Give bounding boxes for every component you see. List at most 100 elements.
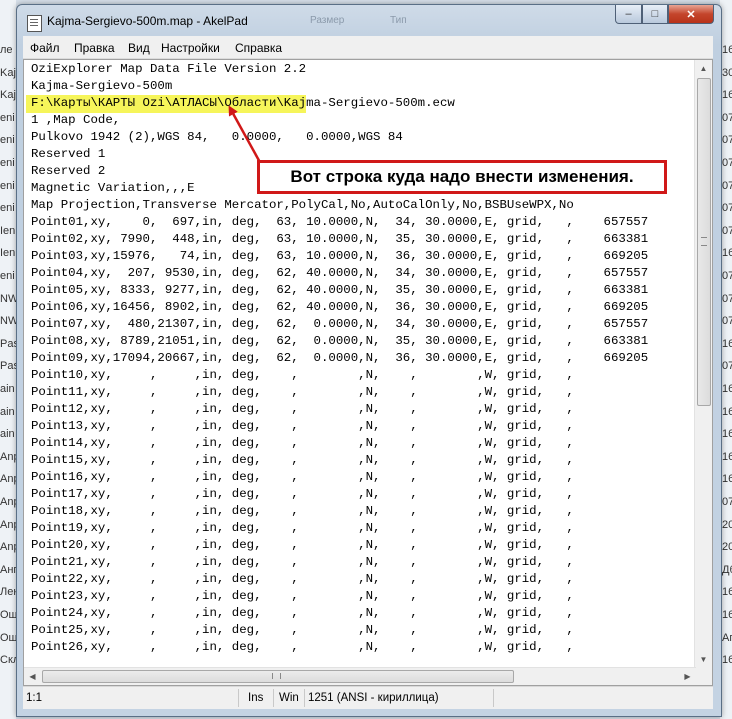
text-line[interactable]: Magnetic Variation,,,E — [31, 180, 195, 197]
menu-help[interactable]: Справка — [235, 41, 282, 55]
background-fragment: 07 — [722, 202, 732, 215]
text-line[interactable]: Point18,xy, , ,in, deg, , ,N, , ,W, grid… — [31, 503, 574, 520]
background-fragment: Ап — [722, 631, 732, 644]
text-line[interactable]: Point16,xy, , ,in, deg, , ,N, , ,W, grid… — [31, 469, 574, 486]
text-line[interactable]: Point20,xy, , ,in, deg, , ,N, , ,W, grid… — [31, 537, 574, 554]
window-title: Kajma-Sergievo-500m.map - AkelPad — [47, 14, 248, 28]
menu-bar: Файл Правка Вид Настройки Справка — [23, 36, 713, 59]
text-line[interactable]: Point06,xy,16456, 8902,in, deg, 62, 40.0… — [31, 299, 648, 316]
text-line[interactable]: Point07,xy, 480,21307,in, deg, 62, 0.000… — [31, 316, 648, 333]
text-line[interactable]: Point10,xy, , ,in, deg, , ,N, , ,W, grid… — [31, 367, 574, 384]
text-line[interactable]: Point26,xy, , ,in, deg, , ,N, , ,W, grid… — [31, 639, 574, 656]
scroll-left-icon[interactable]: ◀ — [24, 668, 41, 685]
scroll-right-icon[interactable]: ▶ — [679, 668, 696, 685]
background-fragment: 16 — [722, 89, 732, 102]
text-line[interactable]: Kajma-Sergievo-500m — [31, 78, 172, 95]
background-fragment: 16 — [722, 428, 732, 441]
menu-view[interactable]: Вид — [128, 41, 150, 55]
status-insert-mode[interactable]: Ins — [248, 692, 263, 704]
scroll-down-icon[interactable]: ▼ — [695, 651, 712, 668]
text-line[interactable]: 1 ,Map Code, — [31, 112, 120, 129]
text-line[interactable]: Point17,xy, , ,in, deg, , ,N, , ,W, grid… — [31, 486, 574, 503]
vertical-scroll-thumb[interactable] — [697, 78, 711, 406]
text-line[interactable]: Map Projection,Transverse Mercator,PolyC… — [31, 197, 574, 214]
text-line[interactable]: Point15,xy, , ,in, deg, , ,N, , ,W, grid… — [31, 452, 574, 469]
background-fragment: 07 — [722, 360, 732, 373]
background-fragment: 07 — [722, 292, 732, 305]
title-bar[interactable]: Kajma-Sergievo-500m.map - AkelPad Размер… — [17, 5, 721, 37]
background-fragment: 07 — [722, 134, 732, 147]
background-fragment: eni — [0, 270, 15, 282]
horizontal-scrollbar[interactable]: ◀ ▶ — [24, 667, 696, 685]
background-fragment: 07 — [722, 111, 732, 124]
text-line[interactable]: Point12,xy, , ,in, deg, , ,N, , ,W, grid… — [31, 401, 574, 418]
text-line[interactable]: Point21,xy, , ,in, deg, , ,N, , ,W, grid… — [31, 554, 574, 571]
text-line[interactable]: Point01,xy, 0, 697,in, deg, 63, 10.0000,… — [31, 214, 648, 231]
text-line[interactable]: OziExplorer Map Data File Version 2.2 — [31, 61, 306, 78]
background-fragment: Kaj — [0, 66, 16, 79]
status-divider — [493, 689, 494, 707]
text-line[interactable]: Point09,xy,17094,20667,in, deg, 62, 0.00… — [31, 350, 648, 367]
text-line[interactable]: Point05,xy, 8333, 9277,in, deg, 62, 40.0… — [31, 282, 648, 299]
background-fragment: Ош — [0, 609, 18, 621]
background-fragment: 16 — [722, 247, 732, 260]
menu-file[interactable]: Файл — [30, 41, 60, 55]
background-fragment: 16 — [722, 609, 732, 621]
scroll-up-icon[interactable]: ▲ — [695, 60, 712, 77]
grip-icon — [272, 673, 281, 679]
text-editor[interactable]: OziExplorer Map Data File Version 2.2 Kaj… — [23, 59, 713, 686]
text-line[interactable]: Point11,xy, , ,in, deg, , ,N, , ,W, grid… — [31, 384, 574, 401]
background-fragment: ле — [0, 44, 13, 56]
background-fragment: Анг — [0, 563, 18, 576]
status-divider — [238, 689, 239, 707]
status-position: 1:1 — [26, 692, 42, 704]
notepad-icon — [27, 15, 42, 32]
background-window-left: ле Kaj Kaj eni eni eni eni eni Ien Ien eni NW NW Pas P… — [0, 0, 20, 719]
ghost-label-size: Размер — [310, 15, 345, 26]
vertical-scrollbar[interactable]: ▲ ▼ — [694, 60, 712, 668]
close-button[interactable]: ✕ — [668, 5, 714, 24]
background-fragment: 16 — [722, 586, 732, 599]
text-line[interactable]: Reserved 1 — [31, 146, 105, 163]
background-fragment: 07 — [722, 157, 732, 169]
text-line[interactable]: Point14,xy, , ,in, deg, , ,N, , ,W, grid… — [31, 435, 574, 452]
background-fragment: eni — [0, 157, 15, 169]
text-line[interactable]: Pulkovo 1942 (2),WGS 84, 0.0000, 0.0000,… — [31, 129, 403, 146]
text-line[interactable]: Point08,xy, 8789,21051,in, deg, 62, 0.00… — [31, 333, 648, 350]
background-fragment: 30 — [722, 66, 732, 79]
text-line[interactable]: Point19,xy, , ,in, deg, , ,N, , ,W, grid… — [31, 520, 574, 537]
background-fragment: eni — [0, 202, 15, 215]
background-fragment: 16 — [722, 654, 732, 667]
status-divider — [273, 689, 274, 707]
menu-edit[interactable]: Правка — [74, 41, 115, 55]
scroll-corner — [695, 668, 712, 685]
client-area: Файл Правка Вид Настройки Справка OziExp… — [23, 36, 713, 709]
menu-settings[interactable]: Настройки — [161, 41, 220, 55]
background-fragment: 07 — [722, 224, 732, 237]
text-line[interactable]: Point22,xy, , ,in, deg, , ,N, , ,W, grid… — [31, 571, 574, 588]
background-fragment: 07 — [722, 315, 732, 328]
background-fragment: eni — [0, 134, 15, 147]
background-fragment: 20 — [722, 541, 732, 554]
background-fragment: 16 — [722, 473, 732, 486]
text-line[interactable]: Point04,xy, 207, 9530,in, deg, 62, 40.00… — [31, 265, 648, 282]
background-fragment: 16 — [722, 405, 732, 418]
status-codepage[interactable]: 1251 (ANSI - кириллица) — [308, 692, 439, 704]
text-line[interactable]: Point02,xy, 7990, 448,in, deg, 63, 10.00… — [31, 231, 648, 248]
background-fragment: 16 — [722, 44, 732, 56]
text-line[interactable]: Reserved 2 — [31, 163, 105, 180]
text-line[interactable]: Point23,xy, , ,in, deg, , ,N, , ,W, grid… — [31, 588, 574, 605]
background-fragment: Ош — [0, 631, 18, 644]
minimize-button[interactable]: – — [615, 5, 642, 24]
text-line[interactable]: Point13,xy, , ,in, deg, , ,N, , ,W, grid… — [31, 418, 574, 435]
text-line[interactable]: Point25,xy, , ,in, deg, , ,N, , ,W, grid… — [31, 622, 574, 639]
text-line[interactable]: Point24,xy, , ,in, deg, , ,N, , ,W, grid… — [31, 605, 574, 622]
text-line[interactable]: F:\Карты\КАРТЫ Ozi\АТЛАСЫ\Области\Kajma-… — [31, 95, 455, 112]
text-line[interactable]: Point03,xy,15976, 74,in, deg, 63, 10.000… — [31, 248, 648, 265]
status-newline[interactable]: Win — [279, 692, 299, 704]
horizontal-scroll-thumb[interactable] — [42, 670, 514, 683]
background-fragment: Kaj — [0, 89, 16, 102]
text-area[interactable]: OziExplorer Map Data File Version 2.2 Kaj… — [24, 60, 696, 668]
background-fragment: ain — [0, 428, 15, 441]
maximize-button[interactable]: □ — [642, 5, 668, 24]
